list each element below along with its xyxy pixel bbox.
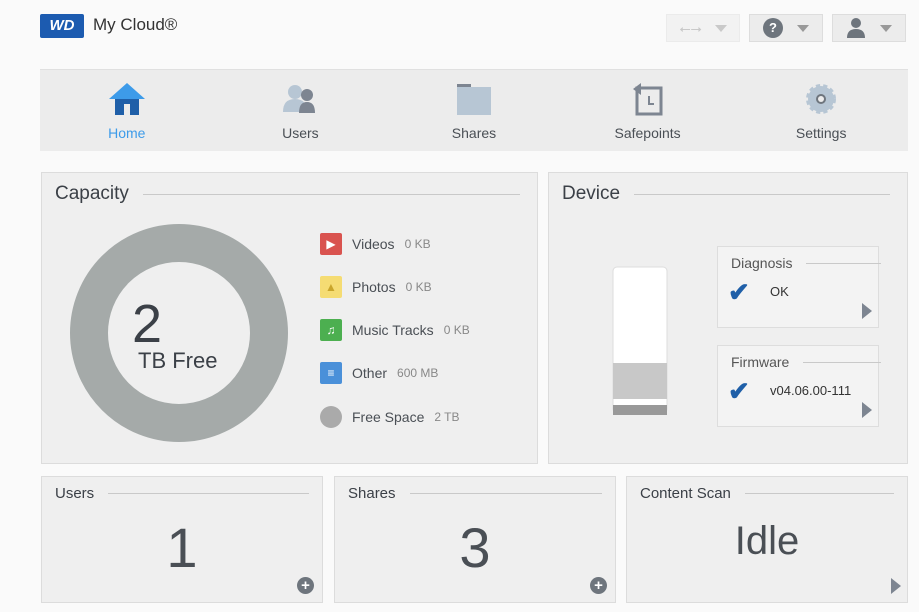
safepoint-icon <box>632 83 663 116</box>
video-icon: ▶ <box>320 233 342 255</box>
arrow-right-icon[interactable] <box>862 402 872 418</box>
content-scan-card: Content Scan Idle <box>626 476 908 603</box>
check-icon: ✔ <box>728 277 750 307</box>
home-icon <box>108 83 145 115</box>
help-icon: ? <box>763 18 783 38</box>
usb-menu-button[interactable]: ⭠⭢ <box>666 14 740 42</box>
chevron-down-icon <box>797 24 809 32</box>
device-panel: Device Diagnosis ✔ OK Firmware ✔ v04.06.… <box>548 172 908 464</box>
brand-title: My Cloud® <box>93 15 178 34</box>
user-menu-button[interactable] <box>832 14 906 42</box>
add-share-icon[interactable]: + <box>590 577 607 594</box>
nav-shares[interactable]: Shares <box>387 70 561 151</box>
legend-videos: ▶ Videos 0 KB <box>320 233 431 255</box>
add-user-icon[interactable]: + <box>297 577 314 594</box>
usb-icon: ⭠⭢ <box>679 19 702 36</box>
legend-free-space: Free Space 2 TB <box>320 406 460 428</box>
music-icon: ♫ <box>320 319 342 341</box>
device-title: Device <box>562 183 621 204</box>
arrow-right-icon[interactable] <box>891 578 901 594</box>
help-menu-button[interactable]: ? <box>749 14 823 42</box>
free-unit: TB Free <box>138 348 218 373</box>
free-value: 2 <box>132 294 163 354</box>
legend-photos: ▲ Photos 0 KB <box>320 276 432 298</box>
arrow-right-icon[interactable] <box>862 303 872 319</box>
document-icon: ≡ <box>320 362 342 384</box>
check-icon: ✔ <box>728 376 750 406</box>
shares-card: Shares 3 + <box>334 476 616 603</box>
content-scan-status: Idle <box>734 519 800 563</box>
legend-other: ≡ Other 600 MB <box>320 362 438 384</box>
user-icon <box>847 18 865 38</box>
photo-icon: ▲ <box>320 276 342 298</box>
wd-logo: WD <box>40 14 84 38</box>
capacity-donut <box>70 224 288 442</box>
nav-users[interactable]: Users <box>214 70 388 151</box>
nav-settings[interactable]: Settings <box>734 70 908 151</box>
gear-icon <box>806 84 837 114</box>
capacity-title: Capacity <box>55 183 129 204</box>
firmware-card[interactable]: Firmware ✔ v04.06.00-111 <box>717 345 881 427</box>
diagnosis-card[interactable]: Diagnosis ✔ OK <box>717 246 881 328</box>
nav-home[interactable]: Home <box>40 70 214 151</box>
capacity-panel: Capacity 2 TB Free ▶ Videos 0 KB ▲ Photos 0 … <box>41 172 538 464</box>
users-icon <box>283 85 316 113</box>
shares-count: 3 <box>459 516 491 579</box>
users-count: 1 <box>166 516 198 579</box>
chevron-down-icon <box>714 24 727 32</box>
pie-icon <box>320 406 342 428</box>
chevron-down-icon <box>880 24 892 32</box>
users-card: Users 1 + <box>41 476 323 603</box>
nav-safepoints[interactable]: Safepoints <box>561 70 735 151</box>
main-nav: Home Users Shares Safepoints Settings <box>40 69 908 151</box>
legend-music: ♫ Music Tracks 0 KB <box>320 319 470 341</box>
folder-icon <box>456 84 491 115</box>
device-image <box>612 266 668 415</box>
